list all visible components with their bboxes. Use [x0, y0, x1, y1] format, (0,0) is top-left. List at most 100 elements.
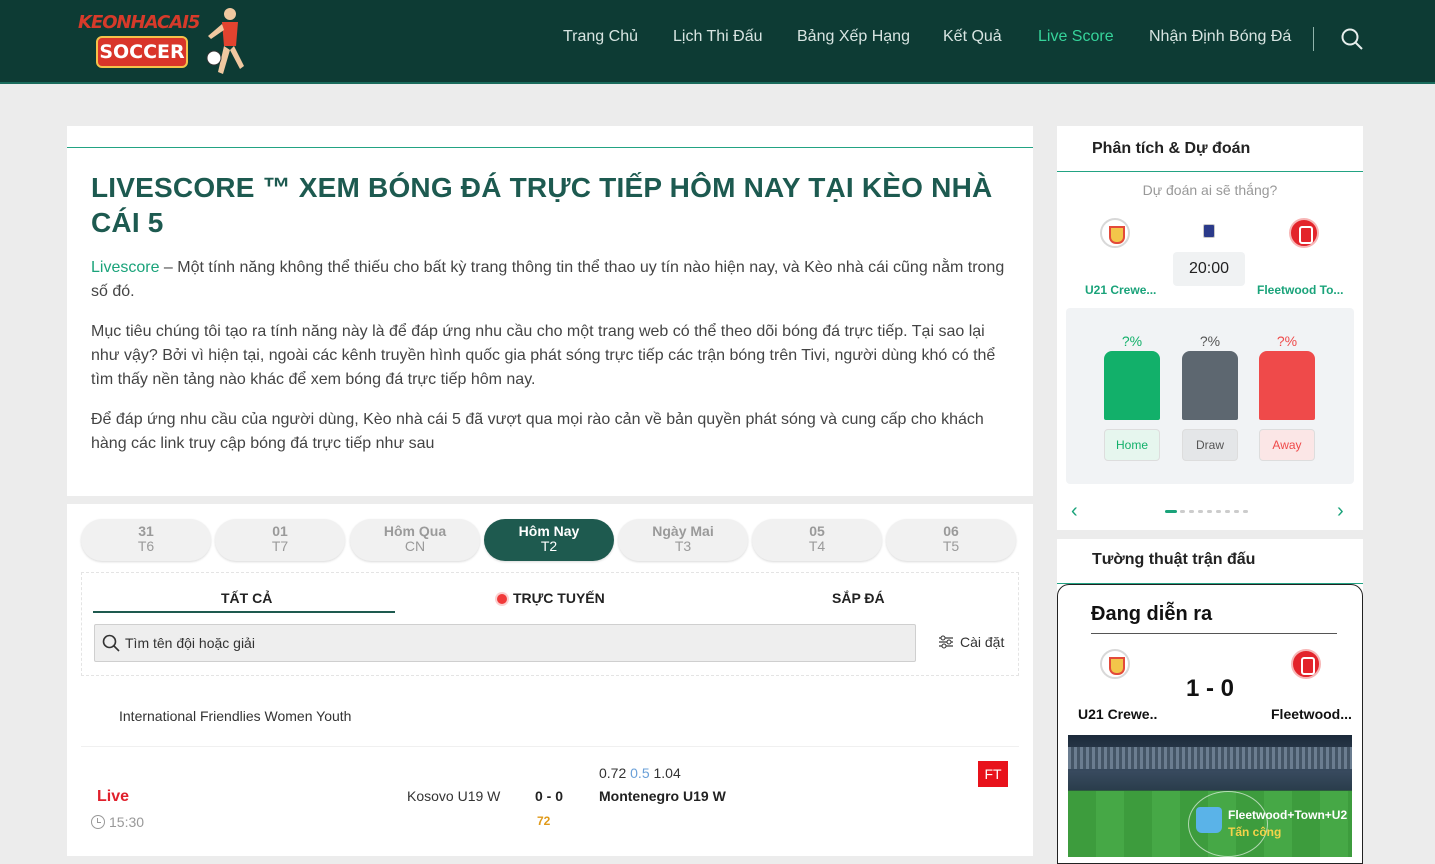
day-tab[interactable]: Hôm Qua CN	[350, 519, 480, 561]
away-crest-icon	[1289, 218, 1319, 248]
odds-away: 1.04	[653, 765, 681, 781]
day-tab[interactable]: 31 T6	[81, 519, 211, 561]
day-tab-sub: T3	[674, 538, 692, 554]
prediction-question: Dự đoán ai sẽ thắng?	[1142, 182, 1278, 198]
carousel-dot[interactable]	[1198, 510, 1203, 513]
kickoff-time: 20:00	[1173, 252, 1245, 286]
day-tab-sub: T6	[137, 538, 155, 554]
divider	[1057, 171, 1363, 172]
day-tab-label: 31	[138, 523, 154, 539]
day-tab-today[interactable]: Hôm Nay T2	[484, 519, 614, 561]
prediction-widget: Phân tích & Dự đoán Dự đoán ai sẽ thắng?…	[1057, 126, 1363, 530]
commentary-widget: Tường thuật trận đấu Đang diễn ra 1 - 0 …	[1057, 539, 1363, 864]
vote-draw-button[interactable]: Draw	[1182, 429, 1238, 461]
carousel-dot[interactable]	[1180, 510, 1185, 513]
match-score: 0 - 0	[535, 788, 564, 804]
filter-box: TẤT CẢ TRỰC TUYẾN SẮP ĐÁ Tìm tên đội hoặ…	[81, 572, 1019, 676]
carousel-dot[interactable]	[1243, 510, 1248, 513]
day-tab-label: 05	[809, 523, 825, 539]
site-logo[interactable]: KEONHACAI5 SOCCER	[76, 6, 248, 80]
divider	[1091, 633, 1337, 634]
vote-panel: ?% ?% ?% Home Draw Away	[1066, 308, 1354, 484]
carousel-dot[interactable]	[1234, 510, 1239, 513]
day-tab-sub: T7	[271, 538, 289, 554]
carousel-dot[interactable]	[1189, 510, 1194, 513]
livescore-panel: 31 T6 01 T7 Hôm Qua CN Hôm Nay T2 Ngày Mai T3…	[67, 504, 1033, 856]
home-team-name: U21 Crewe...	[1085, 283, 1157, 297]
nav-schedule[interactable]: Lịch Thi Đấu	[673, 28, 763, 46]
carousel-dot[interactable]	[1225, 510, 1230, 513]
league-name[interactable]: International Friendlies Women Youth	[119, 708, 351, 724]
away-team-name: Fleetwood To...	[1257, 283, 1344, 297]
vote-away-button[interactable]: Away	[1259, 429, 1315, 461]
active-tab-indicator	[93, 611, 395, 613]
home-crest-icon	[1100, 218, 1130, 248]
paragraph-3: Để đáp ứng nhu cầu của người dùng, Kèo n…	[91, 411, 984, 452]
away-percent: ?%	[1276, 333, 1298, 349]
commentary-title: Tường thuật trận đấu	[1092, 551, 1256, 568]
filter-all-tab[interactable]: TẤT CẢ	[221, 590, 272, 606]
match-minute: 72	[537, 814, 551, 828]
prev-arrow-icon[interactable]: ‹	[1071, 500, 1078, 523]
stadium-stand	[1068, 747, 1352, 769]
vote-home-button[interactable]: Home	[1104, 429, 1160, 461]
away-bar	[1259, 351, 1315, 420]
prediction-title: Phân tích & Dự đoán	[1092, 140, 1251, 157]
next-arrow-icon[interactable]: ›	[1337, 500, 1344, 523]
day-tab[interactable]: 06 T5	[886, 519, 1016, 561]
match-status: Live	[97, 788, 130, 805]
search-placeholder: Tìm tên đội hoặc giải	[125, 635, 255, 651]
day-tab[interactable]: Ngày Mai T3	[618, 519, 748, 561]
nav-predictions[interactable]: Nhận Định Bóng Đá	[1149, 28, 1291, 46]
event-action: Tấn công	[1228, 825, 1282, 839]
day-tab-label: Hôm Nay	[518, 523, 580, 539]
nav-divider	[1313, 27, 1314, 51]
home-team-name: U21 Crewe..	[1078, 706, 1158, 722]
day-tab-label: 06	[943, 523, 959, 539]
livescore-link[interactable]: Livescore	[91, 259, 159, 276]
player-icon	[206, 8, 244, 74]
settings-label: Cài đặt	[960, 634, 1005, 650]
home-team: Kosovo U19 W	[407, 788, 501, 804]
day-tab[interactable]: 05 T4	[752, 519, 882, 561]
search-icon	[102, 634, 120, 652]
day-tab-label: Hôm Qua	[383, 523, 447, 539]
search-icon[interactable]	[1341, 28, 1363, 50]
filter-upcoming-tab[interactable]: SẮP ĐÁ	[832, 590, 885, 606]
home-bar	[1104, 351, 1160, 420]
filter-live-label: TRỰC TUYẾN	[513, 590, 605, 606]
draw-percent: ?%	[1199, 333, 1221, 349]
site-header: KEONHACAI5 SOCCER Trang Chủ Lịch Thi Đấu…	[0, 0, 1435, 84]
intro-text: – Một tính năng không thể thiếu cho bất …	[91, 259, 1005, 300]
shirt-icon	[1196, 807, 1222, 833]
nav-live-score[interactable]: Live Score	[1038, 28, 1114, 46]
carousel-dot[interactable]	[1207, 510, 1212, 513]
draw-bar	[1182, 351, 1238, 420]
nav-results[interactable]: Kết Quả	[943, 28, 1002, 46]
day-tab-sub: CN	[404, 538, 426, 554]
team-search-input[interactable]: Tìm tên đội hoặc giải	[94, 624, 916, 662]
live-score: 1 - 0	[1186, 675, 1235, 702]
carousel-dot[interactable]	[1165, 510, 1177, 513]
paragraph-2: Mục tiêu chúng tôi tạo ra tính năng này …	[91, 323, 996, 388]
clock-icon	[91, 815, 105, 829]
home-percent: ?%	[1121, 333, 1143, 349]
ft-badge: FT	[978, 761, 1008, 787]
day-tab-sub: T5	[942, 538, 960, 554]
nav-home[interactable]: Trang Chủ	[563, 28, 638, 46]
nav-standings[interactable]: Bảng Xếp Hạng	[797, 28, 910, 46]
live-status: Đang diễn ra	[1091, 603, 1213, 625]
carousel-dot[interactable]	[1216, 510, 1221, 513]
settings-button[interactable]: Cài đặt	[938, 634, 1004, 650]
divider	[67, 147, 1033, 148]
stadium-image: Fleetwood+Town+U2 Tấn công	[1068, 735, 1352, 857]
live-match-card[interactable]: Đang diễn ra 1 - 0 U21 Crewe.. Fleetwood…	[1057, 584, 1363, 864]
day-tab[interactable]: 01 T7	[215, 519, 345, 561]
day-tab-label: 01	[272, 523, 288, 539]
competition-icon	[1203, 224, 1215, 238]
home-crest-icon	[1100, 649, 1130, 679]
sliders-icon	[939, 635, 953, 649]
away-crest-icon	[1291, 649, 1321, 679]
live-dot-icon	[497, 594, 507, 604]
filter-live-tab[interactable]: TRỰC TUYẾN	[497, 590, 605, 606]
